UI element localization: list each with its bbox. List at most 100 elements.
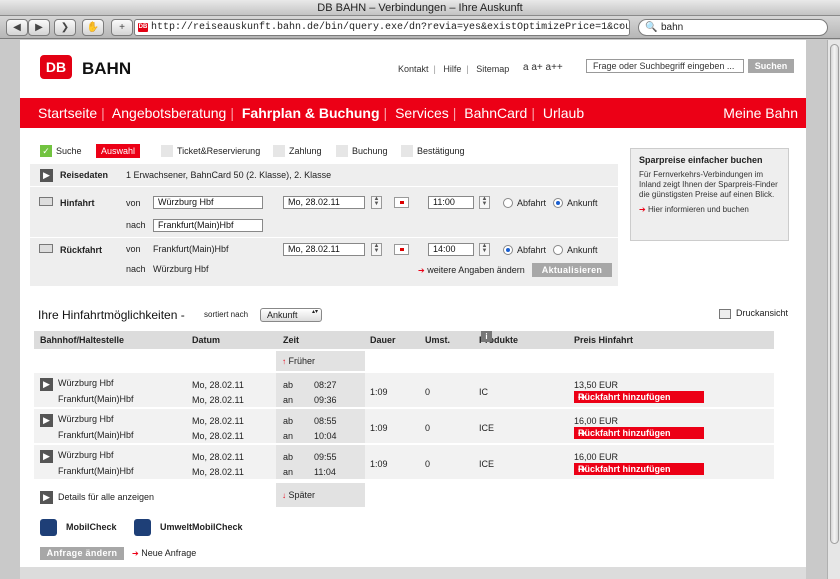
neue-anfrage-link[interactable]: ➔ Neue Anfrage [132,548,196,558]
row-umst: 0 [425,387,431,397]
row-from: Würzburg Hbf [58,378,114,388]
row-date-from: Mo, 28.02.11 [192,416,244,426]
date-stepper[interactable]: ▲ ▼ [371,243,382,256]
rueck-date-input[interactable]: Mo, 28.02.11 [283,243,365,256]
table-row[interactable]: ▶ Würzburg Hbf Frankfurt(Main)Hbf Mo, 28… [34,445,774,480]
nav-fahrplan-buchung[interactable]: Fahrplan & Buchung [242,105,380,121]
time-stepper[interactable]: ▲ ▼ [479,243,490,256]
row-an: an [283,395,294,405]
hin-date-input[interactable]: Mo, 28.02.11 [283,196,365,209]
step-box-icon [401,145,413,157]
anfrage-aendern-button[interactable]: Anfrage ändern [40,547,124,560]
nav-bahncard[interactable]: BahnCard [464,105,527,121]
add-bookmark-button[interactable]: + [111,19,133,36]
weitere-link[interactable]: ➔ weitere Angaben ändern [418,265,525,275]
rueckfahrt-add-button[interactable]: ➔ Rückfahrt hinzufügen [574,427,704,439]
vertical-scrollbar[interactable] [827,40,840,579]
hin-abfahrt-radio[interactable] [503,198,513,208]
row-divider [34,443,774,444]
add-label: Rückfahrt hinzufügen [578,464,671,474]
rueck-abfahrt-radio[interactable] [503,245,513,255]
forward-button[interactable]: ▶ [28,19,50,36]
sort-select[interactable]: Ankunft [260,308,322,322]
mobilcheck-link[interactable]: MobilCheck [40,517,117,537]
brand-name: BAHN [82,59,132,78]
nav-separator: | [452,105,457,121]
nav-services[interactable]: Services [395,105,449,121]
step-buchung: Buchung [336,144,388,158]
sidebox-link[interactable]: ➔ Hier informieren und buchen [639,205,780,214]
link-sitemap[interactable]: Sitemap [476,64,509,74]
window-title: DB BAHN – Verbindungen – Ihre Auskunft [0,0,840,16]
search-icon: 🔍 [645,22,658,33]
expand-row-icon[interactable]: ▶ [40,378,53,391]
browser-toolbar: ◀ ▶ ❯ ✋ + DB http://reiseauskunft.bahn.d… [0,16,840,39]
col-datum: Datum [192,335,221,345]
rueck-nach-value: Würzburg Hbf [153,264,209,274]
row-produkt: ICE [479,423,495,433]
hin-nach-input[interactable]: Frankfurt(Main)Hbf [153,219,263,232]
sidebox-title: Sparpreise einfacher buchen [639,155,763,165]
col-bahnhof: Bahnhof/Haltestelle [40,335,125,345]
back-button[interactable]: ◀ [6,19,28,36]
browser-search-input[interactable]: 🔍 bahn [638,19,828,36]
row-umst: 0 [425,459,431,469]
link-hilfe[interactable]: Hilfe [443,64,461,74]
action-button[interactable]: ❯ [54,19,76,36]
step-label: Suche [56,146,82,156]
expand-row-icon[interactable]: ▶ [40,414,53,427]
von-label: von [126,244,141,254]
sidebox-tab [624,128,806,142]
arrow-right-icon: ➔ [132,549,139,558]
table-row[interactable]: ▶ Würzburg Hbf Frankfurt(Main)Hbf Mo, 28… [34,373,774,408]
calendar-icon[interactable] [394,197,409,208]
extension-button[interactable]: ✋ [82,19,104,36]
address-bar[interactable]: DB http://reiseauskunft.bahn.de/bin/quer… [134,19,630,36]
details-link[interactable]: ▶ Details für alle anzeigen [34,488,774,506]
row-produkt: IC [479,387,488,397]
rueckfahrt-add-button[interactable]: ➔ Rückfahrt hinzufügen [574,391,704,403]
db-logo[interactable]: DB [40,55,72,79]
nav-startseite[interactable]: Startseite [38,105,97,121]
link-kontakt[interactable]: Kontakt [398,64,429,74]
step-box-icon [336,145,348,157]
hin-von-input[interactable]: Würzburg Hbf [153,196,263,209]
info-icon[interactable]: i [481,331,492,342]
site-search-input[interactable]: Frage oder Suchbegriff eingeben ... [586,59,744,73]
row-date-to: Mo, 28.02.11 [192,395,244,405]
druckansicht-link[interactable]: Druckansicht [719,308,788,319]
step-suche[interactable]: ✓ Suche [40,144,82,158]
row-arr: 09:36 [314,395,337,405]
calendar-icon[interactable] [394,244,409,255]
hin-ankunft-radio[interactable] [553,198,563,208]
nav-angebotsberatung[interactable]: Angebotsberatung [112,105,226,121]
aktualisieren-button[interactable]: Aktualisieren [532,263,612,277]
time-stepper[interactable]: ▲ ▼ [479,196,490,209]
rueck-time-input[interactable]: 14:00 [428,243,474,256]
rueck-ankunft-radio[interactable] [553,245,563,255]
scrollbar-thumb[interactable] [830,44,839,544]
umweltcheck-link[interactable]: UmweltMobilCheck [134,517,243,537]
nav-meine-bahn[interactable]: Meine Bahn [723,98,798,128]
row-to: Frankfurt(Main)Hbf [58,430,134,440]
ankunft-label: Ankunft [567,245,598,255]
details-label: Details für alle anzeigen [58,492,155,502]
row-divider [34,407,774,408]
frueher-button[interactable]: ↑ Früher [276,351,365,371]
expand-row-icon[interactable]: ▶ [40,450,53,463]
step-auswahl: Auswahl [96,144,141,158]
nav-urlaub[interactable]: Urlaub [543,105,584,121]
row-ab: ab [283,452,294,462]
expand-reisedaten-icon[interactable]: ▶ [40,169,53,182]
date-stepper[interactable]: ▲ ▼ [371,196,382,209]
hin-time-input[interactable]: 11:00 [428,196,474,209]
rueckfahrt-add-button[interactable]: ➔ Rückfahrt hinzufügen [574,463,704,475]
row-dep: 08:55 [314,416,337,426]
results-title-text: Ihre Hinfahrtmöglichkeiten [38,308,178,322]
reload-icon[interactable]: ↻ [619,20,625,35]
browser-search-value: bahn [661,22,684,33]
table-row[interactable]: ▶ Würzburg Hbf Frankfurt(Main)Hbf Mo, 28… [34,409,774,444]
site-search-button[interactable]: Suchen [748,59,794,73]
font-size-switcher[interactable]: a a+ a++ [523,62,563,73]
step-box-icon [161,145,173,157]
